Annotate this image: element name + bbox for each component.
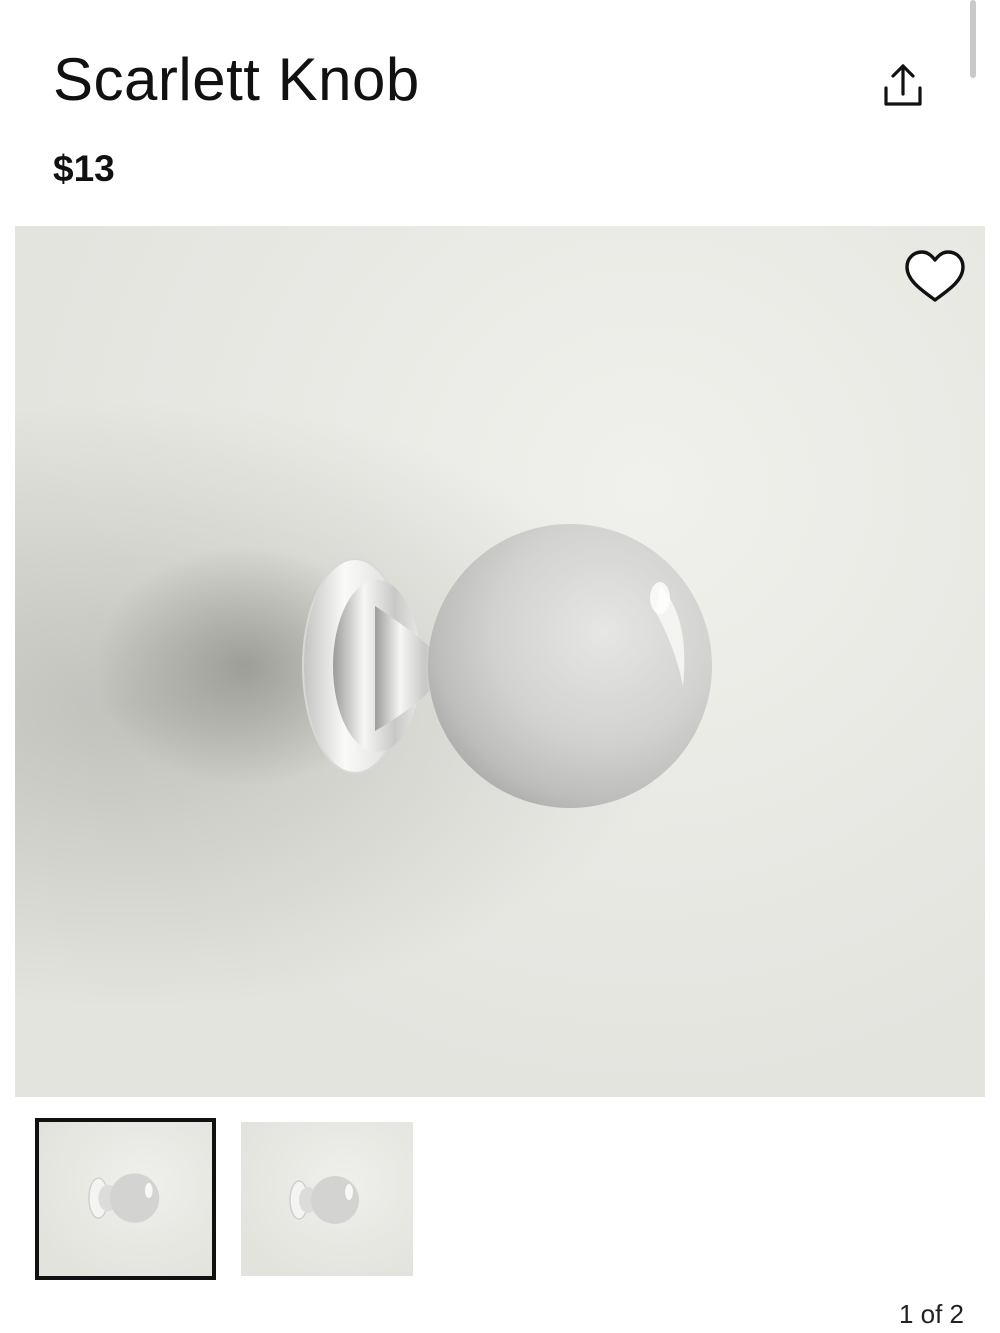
product-page: Scarlett Knob $13 1 of 2	[0, 0, 1000, 1333]
gallery-pager: 1 of 2	[898, 1299, 964, 1329]
share-button[interactable]	[872, 60, 934, 116]
share-icon	[884, 64, 922, 106]
knob-thumbnail-image	[88, 1173, 160, 1223]
favorite-button[interactable]	[903, 249, 967, 305]
product-main-image[interactable]	[15, 226, 985, 1097]
thumbnail-2[interactable]	[241, 1122, 413, 1276]
product-price: $13	[53, 148, 115, 189]
knob-thumbnail-image	[289, 1176, 359, 1224]
scroll-indicator[interactable]	[970, 0, 976, 78]
knob-photo	[95, 524, 712, 808]
product-title: Scarlett Knob	[53, 46, 420, 113]
thumbnail-1-selected[interactable]	[35, 1118, 216, 1280]
heart-outline-icon	[905, 250, 965, 302]
